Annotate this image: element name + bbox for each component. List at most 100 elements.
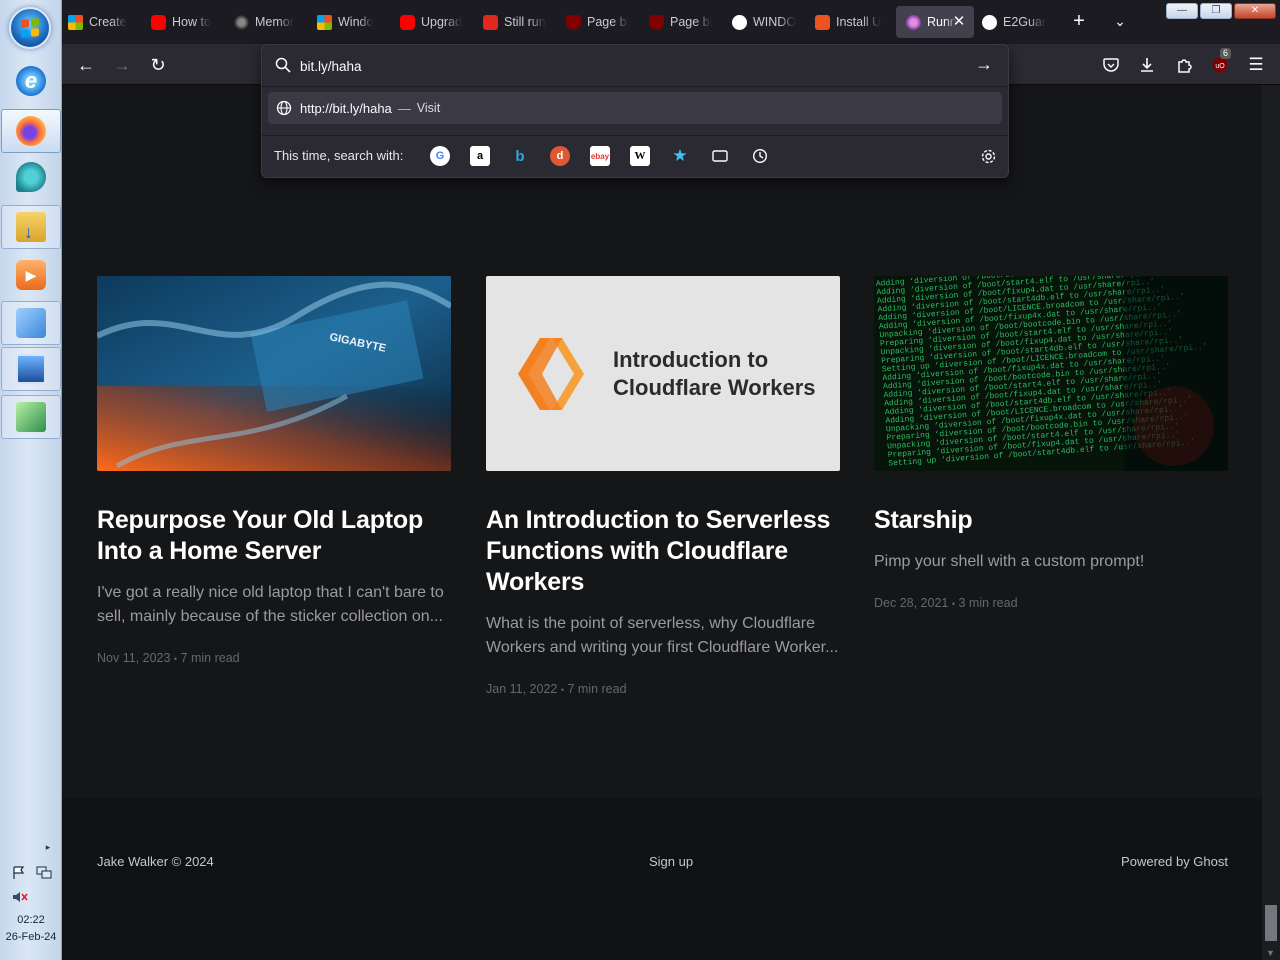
post-feature-image[interactable]: Introduction to Cloudflare Workers (486, 276, 840, 471)
globe-icon (276, 100, 292, 116)
page-scrollbar[interactable]: ▼ (1262, 85, 1280, 960)
taskbar-remote-desktop[interactable] (1, 347, 61, 391)
scroll-down-arrow-icon[interactable]: ▼ (1266, 948, 1275, 958)
card-image-title: Introduction to Cloudflare Workers (613, 347, 816, 400)
media-player-icon: ▶ (16, 260, 46, 290)
site-footer: Jake Walker © 2024 Sign up Powered by Gh… (62, 799, 1262, 960)
browser-tab[interactable]: Windo (317, 6, 393, 38)
close-tab-icon[interactable]: ✕ (950, 13, 968, 31)
pocket-icon (1103, 58, 1119, 72)
browser-tab[interactable]: Runn ✕ (896, 6, 974, 38)
post-reading-time: 3 min read (958, 596, 1018, 610)
post-card[interactable]: Introduction to Cloudflare Workers An Int… (486, 276, 840, 696)
ghost-avatar-icon (906, 14, 921, 30)
url-divider (262, 86, 1008, 87)
scrollbar-thumb[interactable] (1265, 905, 1277, 941)
post-feature-image[interactable]: GIGABYTE (97, 276, 451, 471)
browser-tab[interactable]: WINDO (732, 6, 808, 38)
ublock-icon (566, 14, 581, 30)
meta-separator: • (173, 654, 178, 664)
hamburger-menu-icon: ☰ (1248, 55, 1264, 74)
tray-expand-icon[interactable]: ▸ (40, 842, 56, 856)
app-menu-button[interactable]: ☰ (1245, 54, 1267, 76)
taskbar-firefox[interactable] (1, 109, 61, 153)
post-title[interactable]: Repurpose Your Old Laptop Into a Home Se… (97, 505, 451, 567)
browser-tab[interactable]: Memor (234, 6, 310, 38)
post-feature-image[interactable]: Adding ‘diversion of /boot/bootcode.bin … (874, 276, 1228, 471)
browser-tab[interactable]: Page bl (649, 6, 725, 38)
tab-title: Windo (338, 15, 374, 29)
suggestion-separator: — (397, 100, 411, 116)
amazon-engine-icon[interactable]: a (470, 146, 490, 166)
pocket-button[interactable] (1100, 54, 1122, 76)
tabs-icon[interactable] (710, 146, 730, 166)
folder-download-icon: ↓ (16, 212, 46, 242)
duckduckgo-engine-icon[interactable]: d (550, 146, 570, 166)
history-clock-icon[interactable] (750, 146, 770, 166)
ublock-icon (649, 14, 664, 30)
taskbar-windows-update[interactable] (1, 301, 61, 345)
url-input[interactable] (300, 55, 960, 77)
new-tab-button[interactable]: + (1067, 10, 1091, 34)
action-center-flag-icon[interactable] (12, 866, 28, 880)
browser-tab[interactable]: Still run (483, 6, 559, 38)
ubuntu-icon (815, 14, 830, 30)
meta-separator: • (951, 599, 955, 609)
ublock-origin-button[interactable]: uO 6 (1209, 48, 1232, 76)
bookmarks-star-icon[interactable]: ★ (670, 146, 690, 166)
powered-by-ghost-link[interactable]: Powered by Ghost (1121, 854, 1228, 869)
computer-monitor-icon (16, 354, 46, 384)
browser-tab[interactable]: Upgrad (400, 6, 476, 38)
post-title[interactable]: Starship (874, 505, 1228, 536)
address-bar[interactable]: → (262, 45, 1008, 86)
minimize-button[interactable]: — (1166, 3, 1198, 19)
google-engine-icon[interactable]: G (430, 146, 450, 166)
taskbar-file-explorer[interactable]: ↓ (1, 205, 61, 249)
taskbar-media-player[interactable]: ▶ (1, 253, 61, 297)
start-button[interactable] (9, 7, 51, 49)
wikipedia-engine-icon[interactable]: W (630, 146, 650, 166)
ebay-engine-icon[interactable]: ebay (590, 146, 610, 166)
browser-tab[interactable]: Page bl (566, 6, 642, 38)
suggestion-visit-label: Visit (416, 101, 441, 115)
puzzle-piece-icon (1178, 59, 1192, 73)
url-suggestion-row[interactable]: http://bit.ly/haha — Visit (268, 92, 1002, 124)
tab-title: Memor (255, 15, 294, 29)
windows-taskbar: e ↓ ▶ ▸ 02:22 26-Feb-24 (0, 0, 62, 960)
signup-link[interactable]: Sign up (649, 854, 693, 869)
bing-engine-icon[interactable]: b (510, 146, 530, 166)
taskbar-network-tool[interactable] (1, 395, 61, 439)
list-all-tabs-button[interactable]: ⌄ (1108, 10, 1132, 34)
tab-strip: Create How to Memor Windo Upgrad Still run Pag… (62, 0, 1280, 44)
chat-bubble-icon (16, 162, 46, 192)
forward-button[interactable]: → (109, 52, 135, 78)
search-icon (275, 57, 291, 73)
restore-button[interactable]: ❐ (1200, 3, 1232, 19)
meta-separator: • (560, 685, 564, 695)
post-meta: Nov 11, 2023 • 7 min read (97, 651, 451, 665)
taskbar-chat-app[interactable] (1, 155, 61, 199)
tab-title: Install U (836, 15, 882, 29)
close-window-button[interactable]: ✕ (1234, 3, 1276, 19)
post-card[interactable]: Adding ‘diversion of /boot/bootcode.bin … (874, 276, 1228, 610)
post-card[interactable]: GIGABYTE Repurpose Your Old Laptop Into a… (97, 276, 451, 665)
browser-tab[interactable]: How to (151, 6, 227, 38)
tray-clock[interactable]: 02:22 26-Feb-24 (0, 912, 62, 946)
go-arrow-button[interactable]: → (975, 54, 993, 75)
browser-tab[interactable]: Install U (815, 6, 891, 38)
downloads-button[interactable] (1136, 54, 1158, 76)
post-meta: Jan 11, 2022 • 7 min read (486, 682, 840, 696)
browser-tab[interactable]: E2Guar (982, 6, 1058, 38)
browser-tab[interactable]: Create (68, 6, 144, 38)
network-icon[interactable] (36, 866, 52, 880)
volume-muted-icon[interactable] (12, 890, 28, 904)
reload-button[interactable]: ↻ (145, 52, 171, 78)
svg-text:uO: uO (1215, 63, 1225, 70)
suggestion-url: http://bit.ly/haha (300, 100, 392, 116)
extensions-button[interactable] (1173, 54, 1195, 76)
tab-title: Create (89, 15, 127, 29)
post-title[interactable]: An Introduction to Serverless Functions … (486, 505, 840, 598)
search-settings-gear-icon[interactable] (978, 146, 998, 166)
taskbar-internet-explorer[interactable]: e (1, 59, 61, 103)
back-button[interactable]: ← (73, 52, 99, 78)
